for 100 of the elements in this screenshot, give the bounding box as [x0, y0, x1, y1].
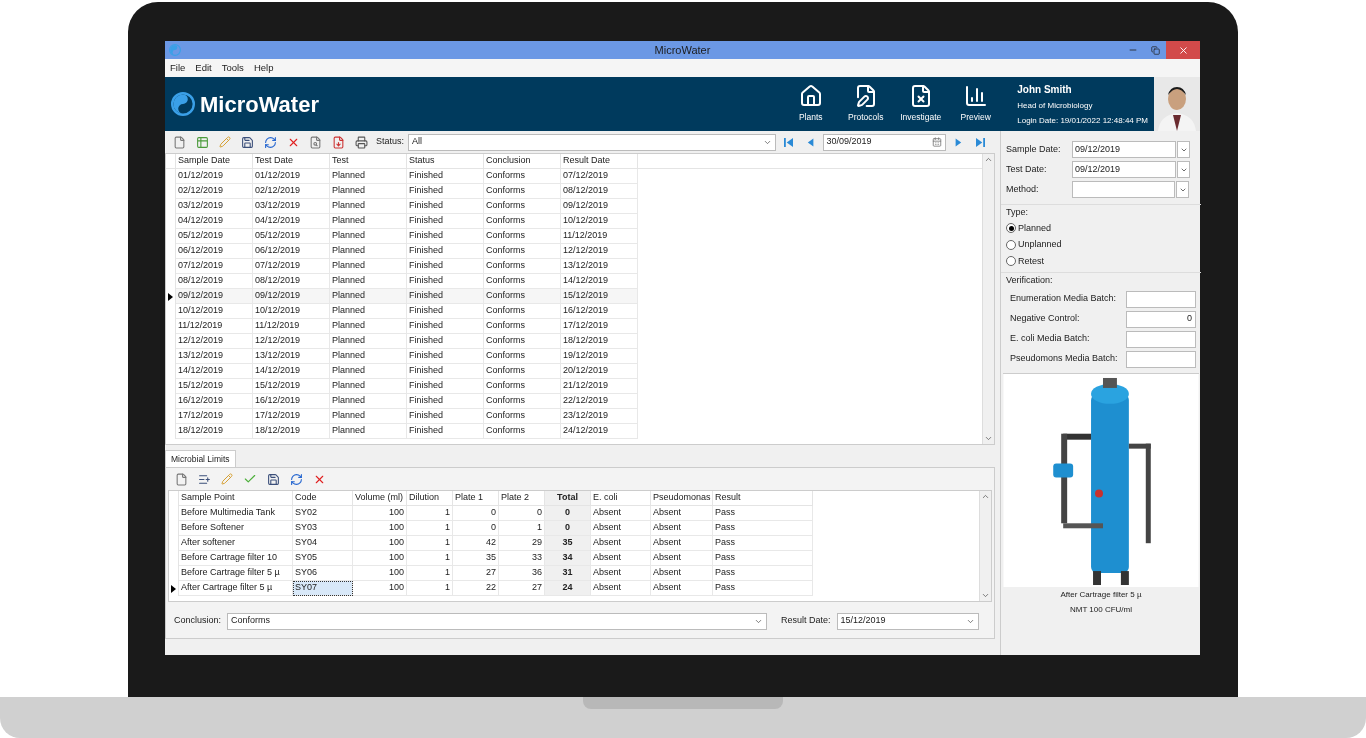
input-field[interactable]: 0	[1126, 310, 1196, 328]
radio-button[interactable]: Retest	[1006, 254, 1196, 268]
table-cell: 10/12/2019	[253, 304, 330, 319]
field-label: Pseudomons Media Batch:	[1010, 352, 1118, 366]
nav-button[interactable]: Plants	[783, 84, 839, 124]
table-cell: 02/12/2019	[176, 184, 253, 199]
conclusion-dropdown[interactable]: Conforms	[227, 612, 768, 630]
scrollbar[interactable]	[982, 154, 994, 444]
column-header[interactable]: Result Date	[561, 154, 638, 168]
table-cell: 15/12/2019	[176, 379, 253, 394]
tab[interactable]: Microbial Limits	[165, 450, 236, 467]
table-cell: 34	[545, 551, 591, 566]
last-icon[interactable]	[975, 137, 985, 147]
table-cell: 06/12/2019	[176, 244, 253, 259]
close-icon[interactable]	[1177, 44, 1189, 56]
status-dropdown[interactable]: All	[407, 133, 777, 151]
input-field[interactable]: 09/12/2019	[1072, 161, 1176, 178]
table-cell: 100	[353, 581, 407, 596]
restore-icon[interactable]	[1150, 45, 1160, 55]
menu-item[interactable]: Edit	[195, 60, 212, 76]
table-cell: 14/12/2019	[176, 364, 253, 379]
column-header[interactable]: Conclusion	[484, 154, 561, 168]
input-field[interactable]	[1126, 290, 1196, 308]
column-header[interactable]: Total	[545, 491, 591, 506]
next-icon[interactable]	[953, 137, 962, 147]
nav-button[interactable]: Preview	[948, 84, 1004, 124]
table-cell: 08/12/2019	[561, 184, 638, 199]
table-cell: Finished	[407, 169, 484, 184]
field-label: Method:	[1006, 182, 1040, 196]
input-field[interactable]	[1126, 350, 1196, 368]
nav-button[interactable]: Investigate	[893, 84, 949, 124]
table-cell: Absent	[591, 581, 651, 596]
table-cell: Finished	[407, 244, 484, 259]
result-date-field[interactable]: 15/12/2019	[836, 612, 979, 630]
scroll-down-icon[interactable]	[984, 434, 993, 443]
table-cell: Planned	[330, 379, 407, 394]
table-cell: Pass	[713, 506, 813, 521]
scroll-up-icon[interactable]	[984, 155, 993, 164]
first-icon[interactable]	[783, 137, 793, 147]
menu-item[interactable]: File	[170, 60, 186, 76]
table-cell: Conforms	[484, 409, 561, 424]
column-header[interactable]: Plate 1	[453, 491, 499, 506]
menu-item[interactable]: Help	[253, 60, 274, 76]
field-label: Sample Date:	[1006, 142, 1062, 156]
table-cell: Conforms	[484, 319, 561, 334]
column-header[interactable]: Code	[293, 491, 353, 506]
radio-icon[interactable]	[1006, 256, 1016, 267]
table-cell: After softener	[179, 536, 293, 551]
scroll-down-icon[interactable]	[981, 591, 990, 600]
table-cell: Planned	[330, 184, 407, 199]
document-download-icon[interactable]	[331, 135, 345, 149]
scroll-up-icon[interactable]	[981, 492, 990, 501]
column-header[interactable]: Status	[407, 154, 484, 168]
table-cell: Planned	[330, 259, 407, 274]
column-header[interactable]: Pseudomonas	[651, 491, 713, 506]
close-button[interactable]	[1166, 41, 1200, 59]
table-add-icon[interactable]	[196, 135, 209, 149]
save-icon[interactable]	[241, 135, 255, 149]
input-field[interactable]	[1072, 181, 1175, 198]
input-field[interactable]: 09/12/2019	[1072, 141, 1176, 158]
column-header[interactable]: Sample Point	[179, 491, 293, 506]
scrollbar[interactable]	[979, 491, 991, 601]
table-cell: Absent	[651, 521, 713, 536]
table-cell: Pass	[713, 566, 813, 581]
table-cell: Conforms	[484, 304, 561, 319]
table-cell: Finished	[407, 334, 484, 349]
column-header[interactable]: Result	[713, 491, 813, 506]
table-cell: 17/12/2019	[176, 409, 253, 424]
table-cell: 42	[453, 536, 499, 551]
column-header[interactable]: Sample Date	[176, 154, 253, 168]
column-header[interactable]: Volume (ml)	[353, 491, 407, 506]
column-header[interactable]: Dilution	[407, 491, 453, 506]
previous-icon[interactable]	[806, 137, 815, 147]
table-cell: Absent	[591, 536, 651, 551]
table-cell: 23/12/2019	[561, 409, 638, 424]
date-field[interactable]: 30/09/2019	[822, 133, 946, 151]
table-cell: 16/12/2019	[561, 304, 638, 319]
table-cell: SY02	[293, 506, 353, 521]
table-cell: 15/12/2019	[561, 289, 638, 304]
pencil-icon[interactable]	[221, 473, 233, 485]
input-field[interactable]	[1126, 330, 1196, 348]
nav-button[interactable]: Protocols	[838, 84, 894, 124]
column-header[interactable]: Test Date	[253, 154, 330, 168]
table-cell: 0	[453, 506, 499, 521]
column-header[interactable]: E. coli	[591, 491, 651, 506]
calendar-icon[interactable]	[931, 137, 942, 147]
table-cell: Finished	[407, 424, 484, 439]
radio-button[interactable]: Unplanned	[1006, 238, 1196, 252]
table-cell: 20/12/2019	[561, 364, 638, 379]
menu-item[interactable]: Tools	[221, 60, 244, 76]
table-cell: 18/12/2019	[176, 424, 253, 439]
table-cell: 22/12/2019	[561, 394, 638, 409]
radio-icon[interactable]	[1006, 223, 1016, 234]
logo-icon	[169, 44, 181, 56]
pencil-icon[interactable]	[219, 136, 232, 148]
refresh-icon[interactable]	[263, 135, 277, 149]
document-search-icon[interactable]	[309, 135, 323, 149]
radio-button[interactable]: Planned	[1006, 221, 1196, 235]
radio-icon[interactable]	[1006, 239, 1016, 250]
column-header[interactable]: Test	[330, 154, 407, 168]
